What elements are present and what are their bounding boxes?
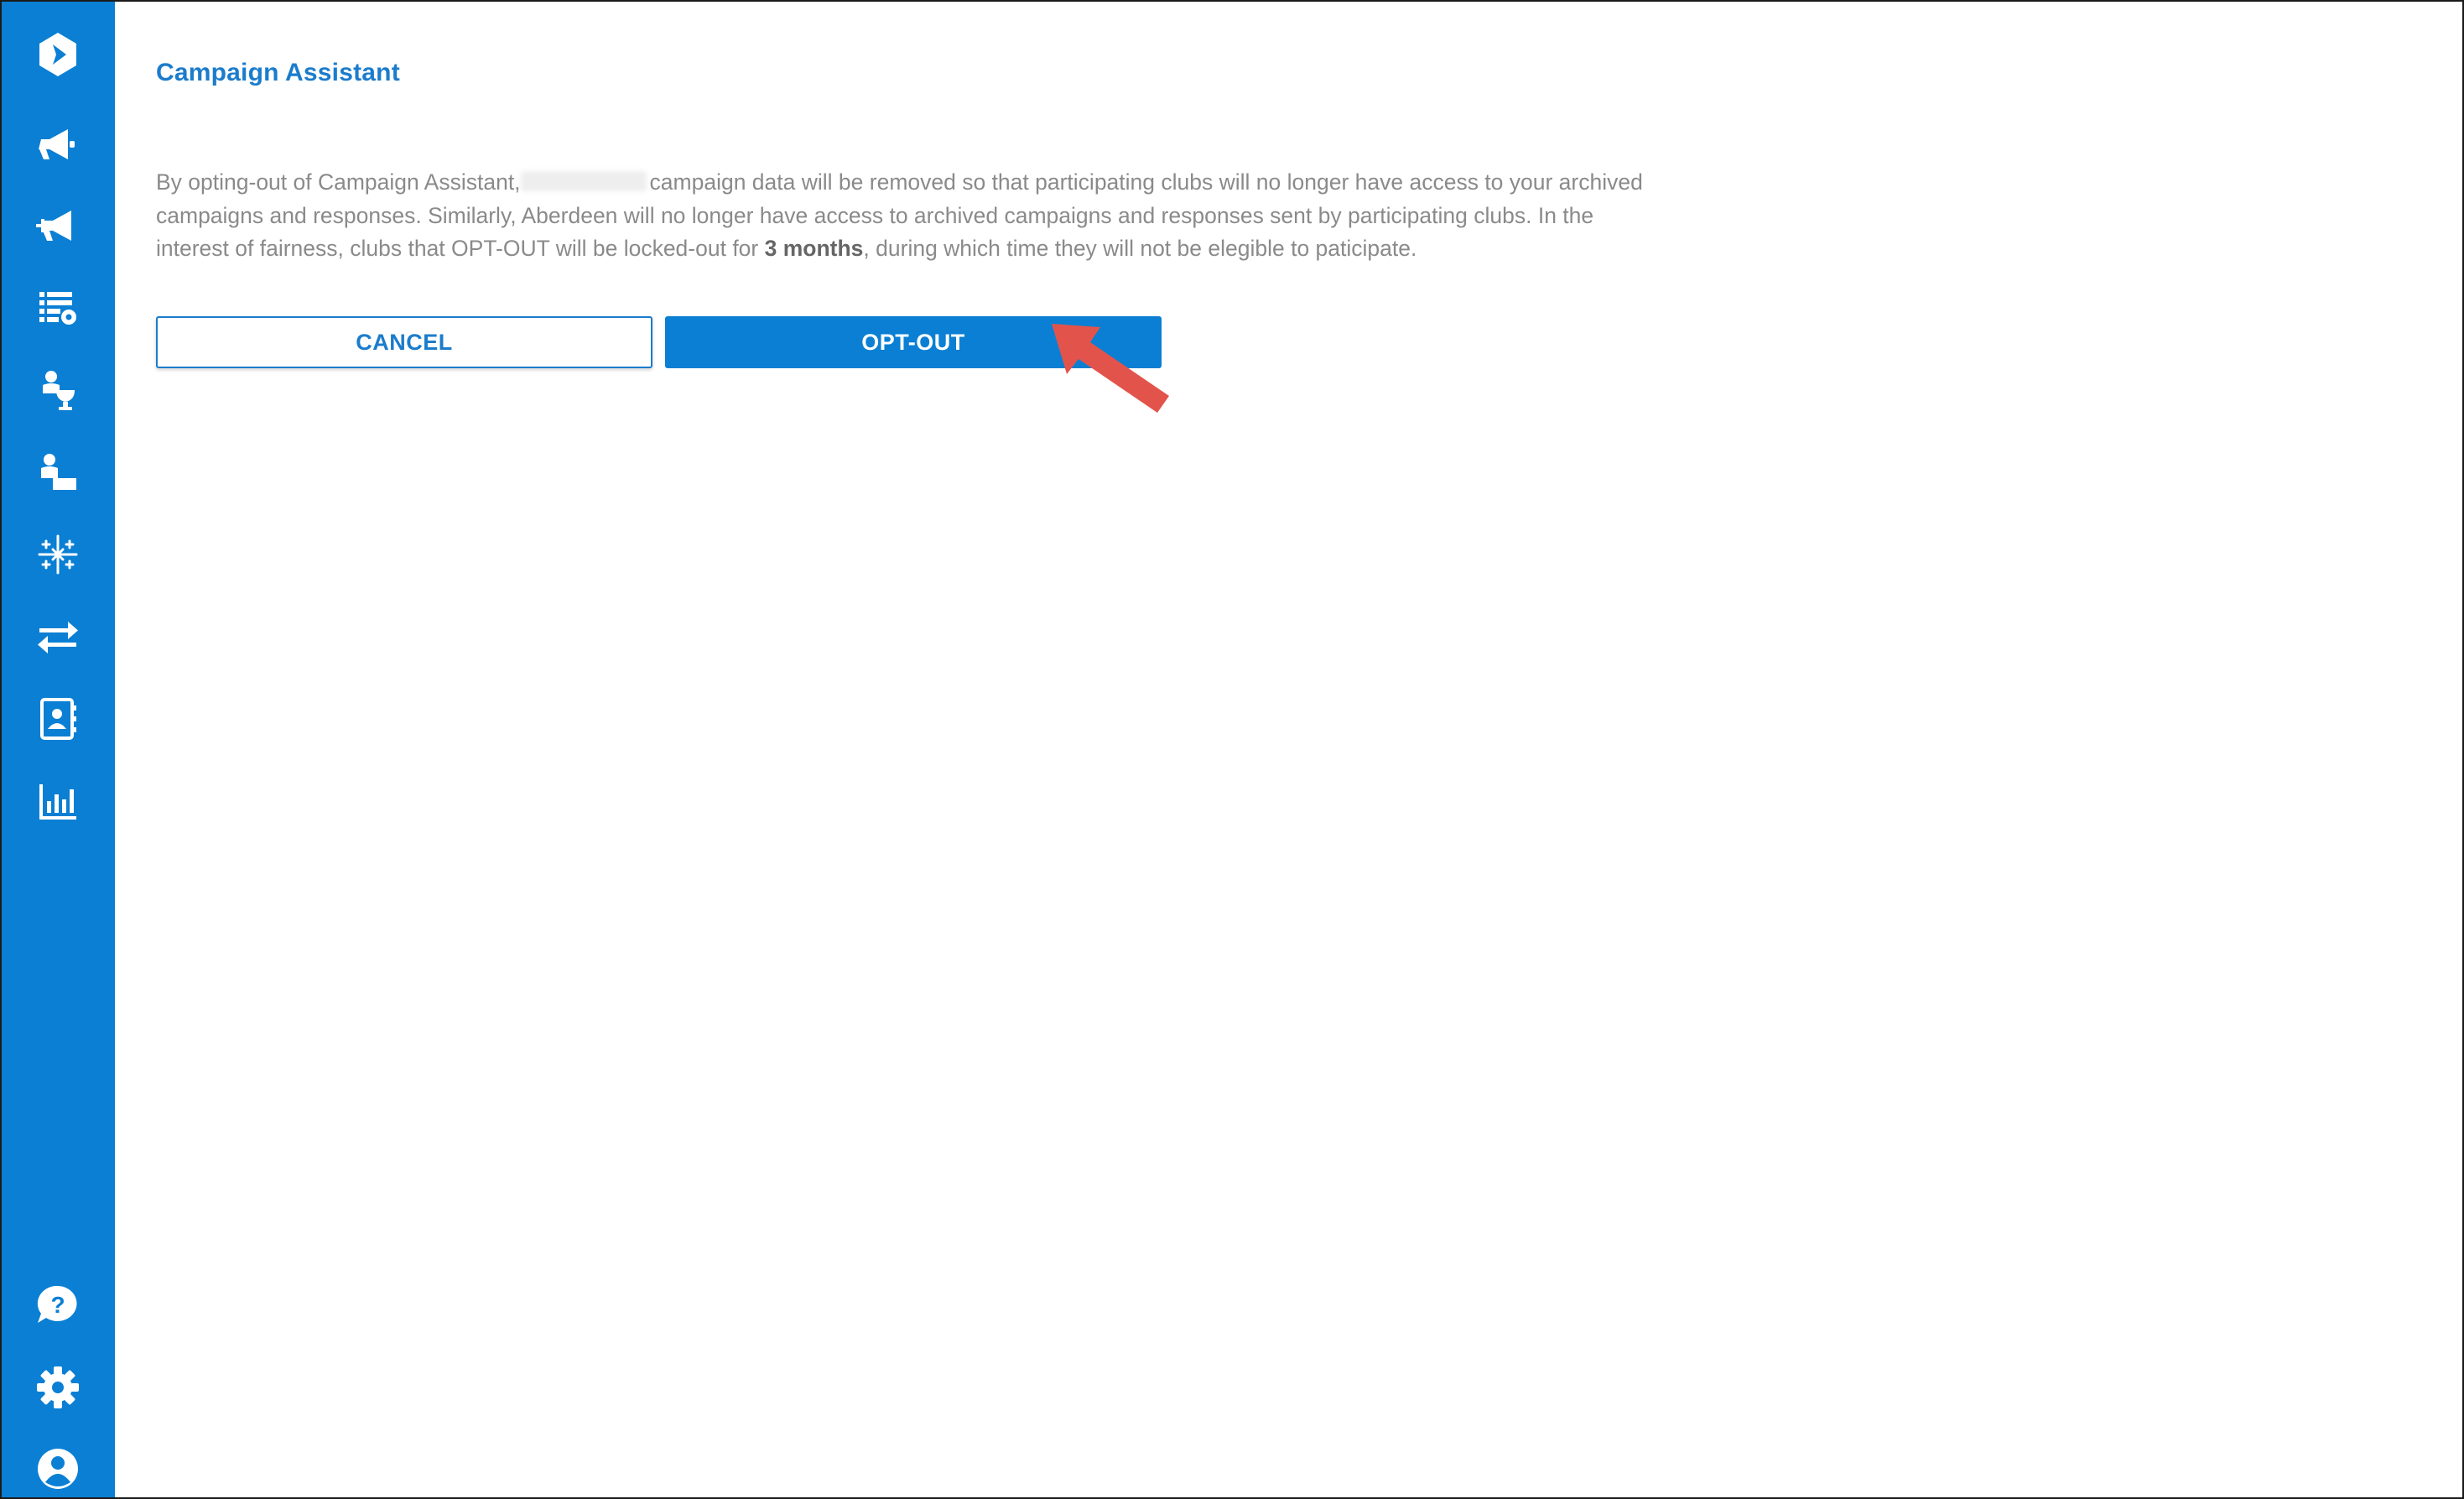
help-icon[interactable]: ? (34, 1282, 82, 1330)
lockout-duration: 3 months (764, 236, 864, 261)
sparkle-grid-icon[interactable] (34, 530, 82, 579)
person-desk-icon[interactable] (34, 449, 82, 497)
main-content: Campaign Assistant By opting-out of Camp… (115, 2, 2462, 1497)
gear-icon[interactable] (34, 1363, 82, 1412)
contact-book-icon[interactable] (34, 695, 82, 743)
list-settings-icon[interactable] (34, 283, 82, 331)
description-part-3: , during which time they will not be ele… (863, 236, 1417, 261)
cancel-button[interactable]: CANCEL (156, 316, 652, 368)
bar-chart-icon[interactable] (34, 777, 82, 825)
app-window: ? Campaign Assistant By opting-out of Ca… (0, 0, 2464, 1499)
svg-text:?: ? (50, 1292, 65, 1318)
logo-icon[interactable] (34, 30, 82, 79)
account-icon[interactable] (34, 1444, 82, 1493)
opt-out-description: By opting-out of Campaign Assistant, camp… (156, 166, 1657, 266)
sidebar: ? (2, 2, 115, 1497)
annotation-arrow-icon (1052, 324, 1169, 413)
megaphone-add-icon[interactable] (34, 201, 82, 250)
redacted-club-name (520, 171, 647, 191)
transfer-arrows-icon[interactable] (34, 613, 82, 662)
description-part-1: By opting-out of Campaign Assistant, (156, 169, 521, 195)
page-title: Campaign Assistant (156, 59, 400, 86)
person-trophy-icon[interactable] (34, 366, 82, 414)
megaphone-icon[interactable] (34, 120, 82, 169)
